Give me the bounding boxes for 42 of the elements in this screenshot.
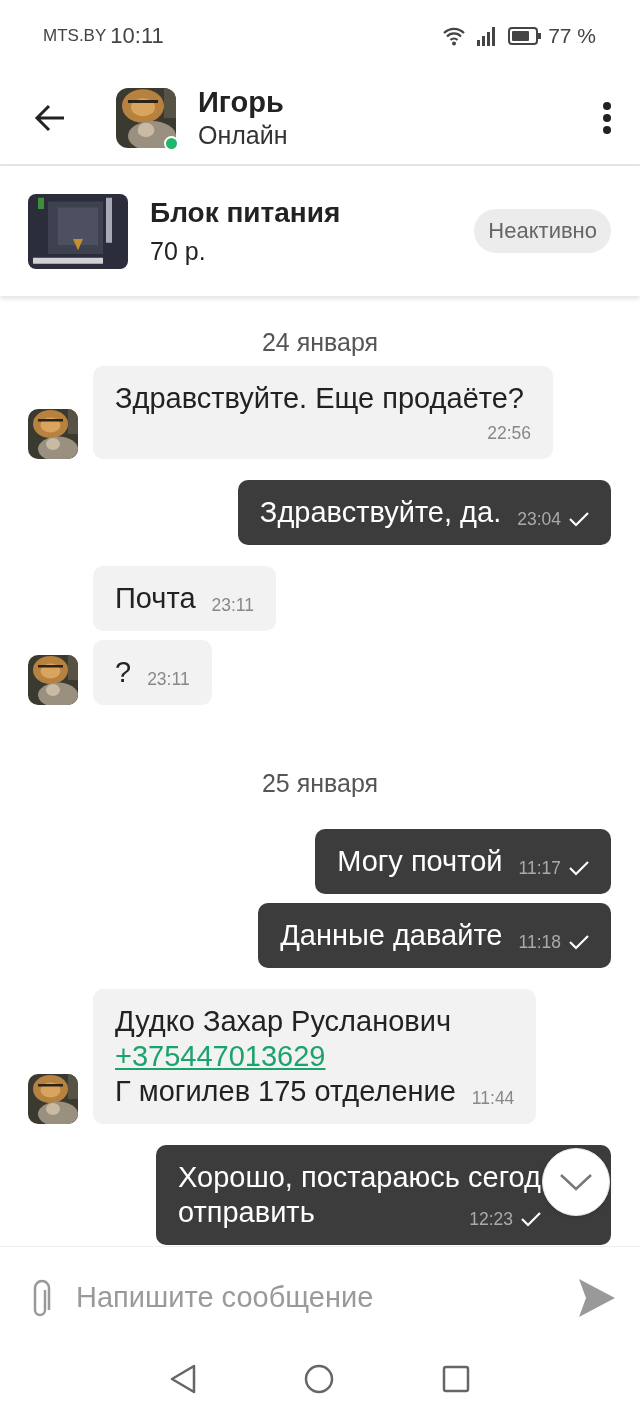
chevron-down-icon: [559, 1172, 593, 1192]
message-time: 11:18: [518, 931, 561, 953]
battery-percent: 77 %: [548, 24, 596, 48]
message-input[interactable]: Напишите сообщение: [74, 1280, 578, 1315]
message-text: отправить: [178, 1195, 315, 1230]
back-button[interactable]: [34, 104, 66, 132]
message-text: Здравствуйте, да.: [259, 495, 502, 530]
date-separator: 25 января: [261, 769, 379, 797]
message-time: 11:44: [471, 1087, 515, 1109]
message-text: ?: [115, 655, 132, 690]
wifi-icon: [442, 26, 467, 46]
date-separator: 24 января: [261, 328, 379, 356]
send-button[interactable]: [578, 1277, 616, 1318]
status-badge: Неактивно: [474, 209, 611, 253]
battery-icon: [508, 26, 543, 46]
carrier-name: MTS.BY: [43, 26, 107, 46]
message-time: 23:11: [211, 594, 255, 616]
recent-apps-button[interactable]: [442, 1364, 470, 1393]
message-time: 12:23: [469, 1208, 513, 1230]
message-text: Могу почтой: [337, 844, 503, 879]
listing-title: Блок питания: [150, 196, 341, 229]
phone-link[interactable]: +375447013629: [115, 1039, 326, 1074]
message-time: 22:56: [487, 422, 531, 444]
message-time: 23:11: [147, 668, 190, 690]
back-arrow-icon: [34, 104, 66, 132]
more-options-button[interactable]: [602, 101, 612, 135]
message-time: 11:17: [518, 857, 561, 879]
message-time: 23:04: [517, 508, 561, 530]
contact-name: Игорь: [198, 86, 285, 119]
more-icon: [602, 101, 612, 135]
message-text: Дудко Захар Русланович: [115, 1004, 452, 1039]
contact-status: Онлайн: [198, 121, 288, 150]
message-text: Почта: [115, 581, 196, 616]
clock: 10:11: [110, 23, 164, 49]
listing-price: 70 р.: [150, 236, 207, 266]
send-icon: [578, 1277, 616, 1318]
message-text: Здравствуйте. Еще продаёте?: [115, 381, 524, 416]
message-text: Г могилев 175 отделение: [115, 1074, 456, 1109]
nav-back-button[interactable]: [170, 1363, 196, 1394]
message-text: Данные давайте: [280, 918, 503, 953]
home-button[interactable]: [304, 1363, 334, 1394]
message-text: Хорошо, постараюсь сегод: [178, 1160, 541, 1195]
